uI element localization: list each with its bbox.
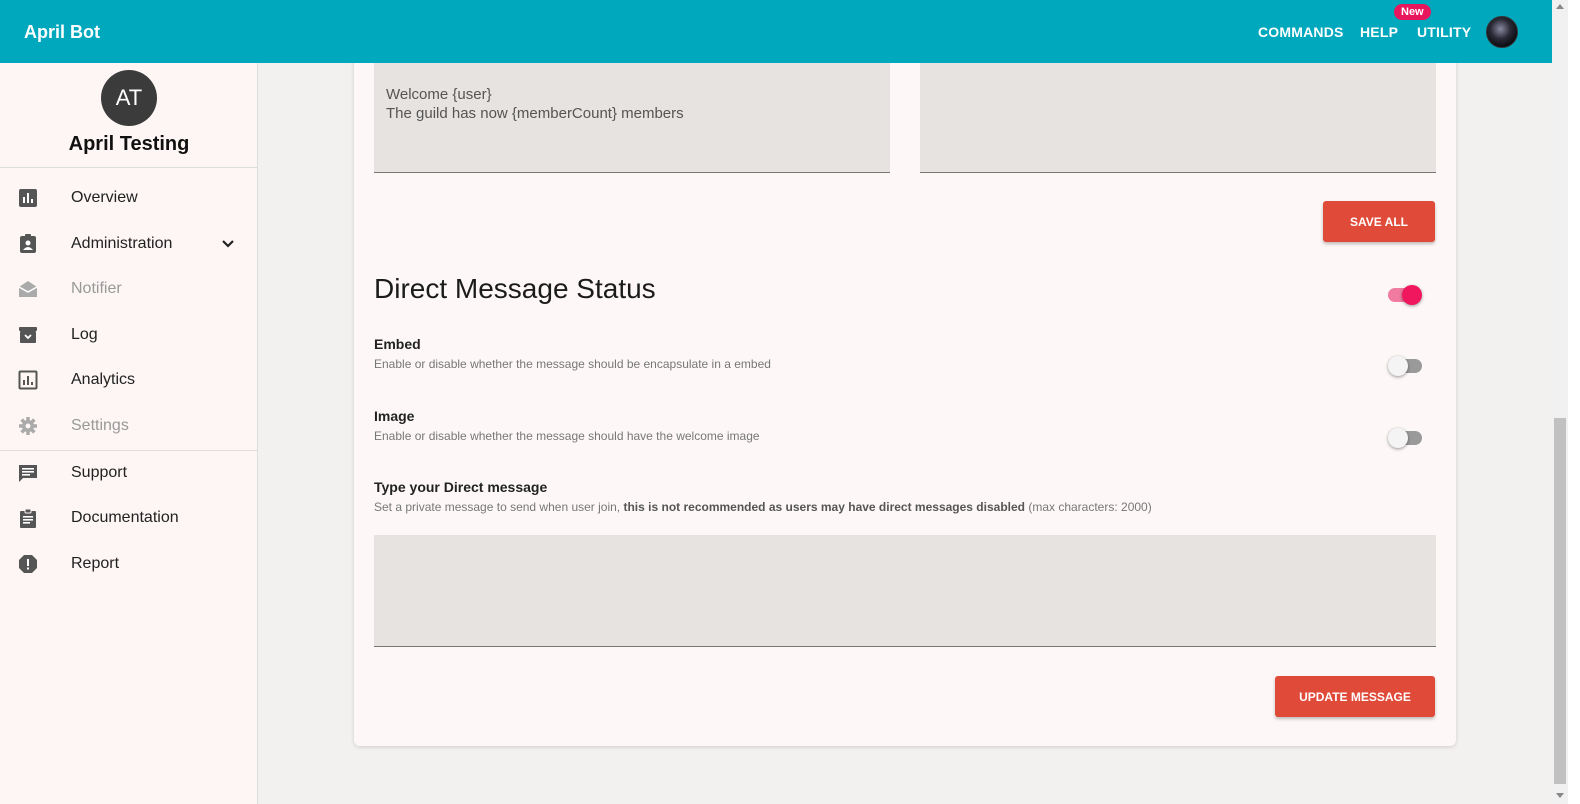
- sidebar-item-label: Settings: [71, 417, 129, 434]
- sidebar-item-support[interactable]: Support: [0, 453, 257, 493]
- embed-toggle[interactable]: [1388, 356, 1424, 376]
- sidebar-item-label: Notifier: [71, 280, 122, 297]
- welcome-message-input[interactable]: Welcome {user} The guild has now {member…: [374, 63, 890, 173]
- scroll-down-arrow-icon[interactable]: [1556, 793, 1564, 798]
- scrollbar-thumb[interactable]: [1554, 418, 1566, 784]
- sidebar-item-label: Documentation: [71, 509, 179, 526]
- image-toggle[interactable]: [1388, 428, 1424, 448]
- alert-icon: [19, 555, 37, 573]
- embed-description: Enable or disable whether the message sh…: [374, 357, 771, 371]
- update-message-button[interactable]: UPDATE MESSAGE: [1275, 676, 1435, 717]
- sidebar-item-label: Report: [71, 555, 120, 572]
- scroll-up-arrow-icon[interactable]: [1556, 4, 1564, 9]
- sidebar-item-label: Log: [71, 326, 98, 343]
- sidebar-item-report[interactable]: Report: [0, 544, 257, 584]
- nav-commands[interactable]: COMMANDS: [1258, 24, 1344, 40]
- chat-icon: [19, 465, 37, 482]
- sidebar-item-label: Overview: [71, 189, 138, 206]
- desc-prefix: Set a private message to send when user …: [374, 500, 624, 514]
- image-label: Image: [374, 408, 415, 424]
- secondary-message-input[interactable]: [920, 63, 1436, 173]
- sidebar-item-analytics[interactable]: Analytics: [0, 360, 257, 400]
- desc-warning: this is not recommended as users may hav…: [623, 500, 1025, 514]
- mail-open-icon: [18, 281, 38, 297]
- sidebar-item-log[interactable]: Log: [0, 315, 257, 355]
- window-edge: [1568, 0, 1580, 804]
- nav-utility[interactable]: UTILITY: [1417, 24, 1471, 40]
- dm-message-description: Set a private message to send when user …: [374, 500, 1152, 514]
- main-content: Welcome {user} The guild has now {member…: [258, 53, 1552, 804]
- user-avatar[interactable]: [1486, 16, 1518, 48]
- embed-label: Embed: [374, 336, 421, 352]
- sidebar-item-overview[interactable]: Overview: [0, 178, 257, 218]
- guild-avatar: AT: [101, 70, 157, 126]
- guild-name: April Testing: [68, 133, 190, 155]
- sidebar-item-label: Support: [71, 464, 128, 481]
- clipboard-icon: [20, 508, 36, 528]
- top-app-bar: April Bot COMMANDS HELP New UTILITY: [0, 0, 1552, 63]
- bar-chart-icon: [19, 189, 37, 207]
- image-description: Enable or disable whether the message sh…: [374, 429, 760, 443]
- sidebar-item-label: Analytics: [71, 371, 136, 388]
- toggle-thumb: [1388, 356, 1408, 376]
- brand-title[interactable]: April Bot: [24, 22, 100, 43]
- dm-message-label: Type your Direct message: [374, 479, 548, 495]
- sidebar-item-documentation[interactable]: Documentation: [0, 498, 257, 538]
- archive-icon: [19, 327, 37, 343]
- sidebar-item-settings[interactable]: Settings: [0, 406, 257, 446]
- sidebar-divider: [0, 167, 258, 168]
- sidebar: AT April Testing Overview Administration…: [0, 63, 258, 804]
- dm-message-input[interactable]: [374, 535, 1436, 647]
- nav-help[interactable]: HELP: [1360, 24, 1398, 40]
- analytics-icon: [18, 370, 38, 390]
- new-badge: New: [1394, 4, 1431, 20]
- desc-suffix: (max characters: 2000): [1025, 500, 1152, 514]
- badge-icon: [20, 234, 36, 253]
- toggle-thumb: [1402, 285, 1422, 305]
- sidebar-item-label: Administration: [71, 235, 173, 252]
- sidebar-divider: [0, 450, 258, 451]
- dm-status-toggle[interactable]: [1386, 285, 1422, 305]
- page-scrollbar[interactable]: [1552, 0, 1568, 804]
- toggle-thumb: [1388, 428, 1408, 448]
- sidebar-item-administration[interactable]: Administration: [0, 224, 257, 264]
- sidebar-item-notifier[interactable]: Notifier: [0, 269, 257, 309]
- dm-section-title: Direct Message Status: [374, 273, 656, 304]
- welcome-settings-card: Welcome {user} The guild has now {member…: [354, 53, 1456, 746]
- chevron-down-icon[interactable]: [220, 236, 236, 252]
- gear-icon: [19, 417, 37, 435]
- save-all-button[interactable]: SAVE ALL: [1323, 201, 1435, 242]
